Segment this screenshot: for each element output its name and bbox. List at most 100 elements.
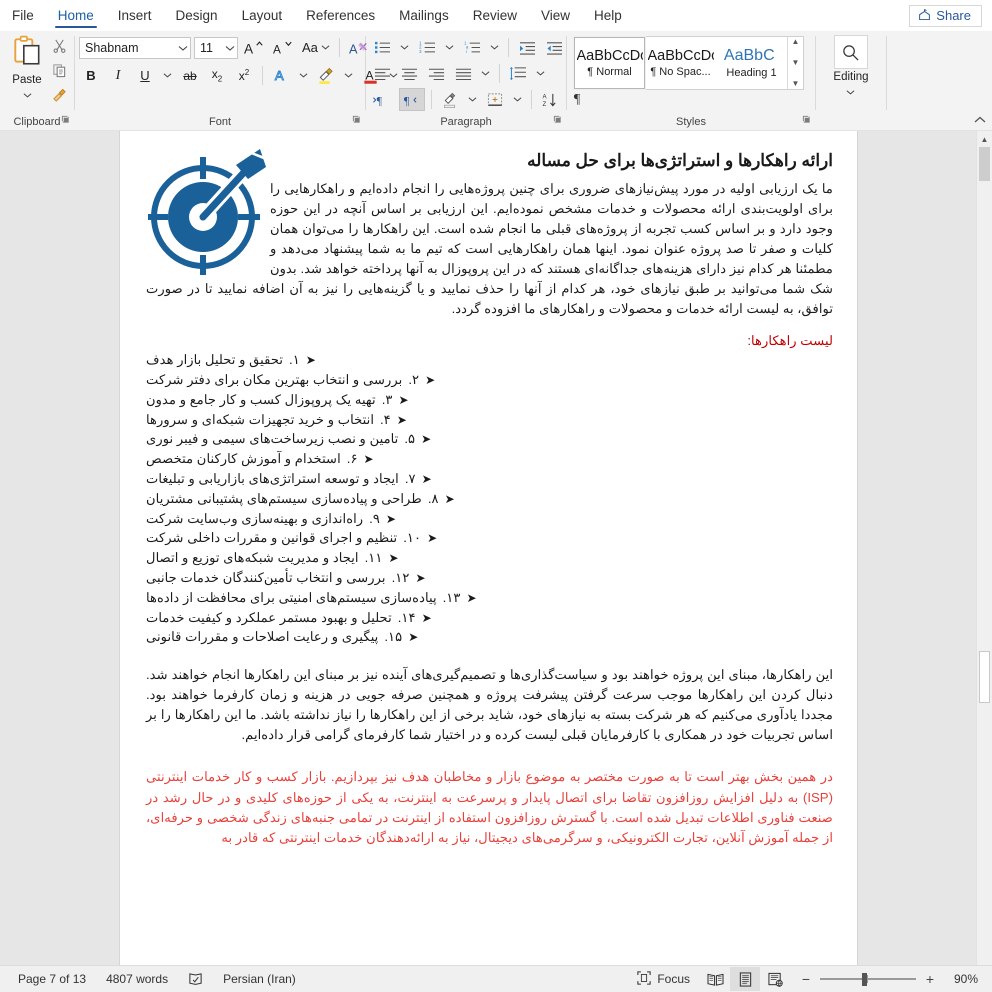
borders-chevron-down-icon[interactable] [510,88,525,111]
vertical-scrollbar[interactable]: ▲ [976,131,992,965]
paragraph-dialog-launcher-icon[interactable] [553,115,562,127]
align-right-icon[interactable] [424,62,448,85]
search-icon[interactable] [833,35,868,69]
underline-chevron-down-icon[interactable] [160,64,175,87]
language-indicator[interactable]: Persian (Iran) [213,966,306,992]
font-group-caption: Font [75,113,365,130]
ribbon-group-editing: Editing [816,31,886,130]
style-heading-1[interactable]: AaBbC Heading 1 [716,37,787,89]
tab-mailings[interactable]: Mailings [387,0,461,31]
font-name-value: Shabnam [85,40,139,55]
paste-button[interactable]: Paste [5,34,49,98]
proofing-errors-icon[interactable] [178,966,213,992]
style-no-spacing[interactable]: AaBbCcDc ¶ No Spac... [645,37,716,89]
paste-chevron-down-icon[interactable] [23,86,32,98]
borders-icon[interactable] [483,88,507,111]
line-spacing-chevron-down-icon[interactable] [533,62,548,85]
styles-scroll-up-icon[interactable]: ▲ [792,38,800,46]
sort-icon[interactable]: AZ [538,88,562,111]
subscript-button[interactable]: x2 [205,64,229,87]
increase-indent-icon[interactable] [542,36,566,59]
focus-mode-button[interactable]: Focus [627,966,700,992]
tab-home[interactable]: Home [46,0,106,31]
document-page[interactable]: ارائه راهکارها و استراتژی‌ها برای حل مسا… [120,131,857,965]
list-item: ➤ ۱۵. پیگیری و رعایت اصلاحات و مقررات قانو… [146,627,833,647]
font-size-value: 11 [200,40,213,55]
superscript-button[interactable]: x2 [232,64,256,87]
page-indicator[interactable]: Page 7 of 13 [8,966,96,992]
bold-button[interactable]: B [79,64,103,87]
zoom-out-button[interactable]: − [800,971,812,987]
ltr-text-direction-icon[interactable]: ¶ [370,88,396,111]
font-dialog-launcher-icon[interactable] [352,115,361,127]
shrink-font-icon[interactable]: A [270,36,296,59]
bullets-chevron-down-icon[interactable] [397,36,412,59]
word-count[interactable]: 4807 words [96,966,178,992]
tab-view[interactable]: View [529,0,582,31]
italic-button[interactable]: I [106,64,130,87]
editing-chevron-down-icon[interactable] [846,83,855,95]
change-case-button[interactable]: Aa [299,36,333,59]
ribbon: Paste Clipboard Shabnam 11 A A Aa A B I … [0,31,992,131]
align-left-icon[interactable] [370,62,394,85]
align-chevron-down-icon[interactable] [478,62,493,85]
multilevel-list-icon[interactable]: 1ai [460,36,484,59]
tab-design[interactable]: Design [164,0,230,31]
style-normal[interactable]: AaBbCcDc ¶ Normal [573,36,646,90]
text-effects-icon[interactable]: A [269,64,293,87]
editing-button[interactable]: Editing [833,35,869,95]
styles-dialog-launcher-icon[interactable] [802,115,811,127]
web-layout-button[interactable] [760,967,790,991]
status-bar: Page 7 of 13 4807 words Persian (Iran) F… [0,965,992,992]
tab-review[interactable]: Review [461,0,529,31]
multilevel-chevron-down-icon[interactable] [487,36,502,59]
zoom-slider-knob[interactable] [862,973,867,986]
list-marker-icon: ➤ [421,472,432,487]
tab-references[interactable]: References [294,0,387,31]
share-button[interactable]: Share [909,4,982,27]
rtl-text-direction-icon[interactable]: ¶ [399,88,425,111]
styles-scroll-down-icon[interactable]: ▼ [792,59,800,67]
zoom-in-button[interactable]: + [924,971,936,987]
highlight-chevron-down-icon[interactable] [341,64,356,87]
scroll-up-icon[interactable]: ▲ [977,131,992,147]
list-marker-icon: ➤ [305,353,316,368]
line-spacing-icon[interactable] [506,62,530,85]
numbering-chevron-down-icon[interactable] [442,36,457,59]
tab-insert[interactable]: Insert [106,0,164,31]
styles-more-icon[interactable]: ▼ [792,80,800,88]
shading-chevron-down-icon[interactable] [465,88,480,111]
bullets-icon[interactable] [370,36,394,59]
print-layout-button[interactable] [730,967,760,991]
strikethrough-button[interactable]: ab [178,64,202,87]
font-name-chevron-down-icon[interactable] [178,41,188,55]
decrease-indent-icon[interactable] [515,36,539,59]
tab-help[interactable]: Help [582,0,634,31]
read-mode-button[interactable] [700,967,730,991]
zoom-level-label[interactable]: 90% [944,972,978,986]
tab-layout[interactable]: Layout [230,0,295,31]
solutions-list: ➤ ۱. تحقیق و تحلیل بازار هدف ➤ ۲. بررسی و ان… [146,350,833,647]
scrollbar-page-marker[interactable] [979,651,990,703]
clipboard-dialog-launcher-icon[interactable] [61,115,70,127]
font-name-combobox[interactable]: Shabnam [79,36,191,59]
list-item-text: انتخاب و خرید تجهیزات شبکه‌ای و سرورها [146,411,374,427]
scrollbar-thumb[interactable] [979,147,990,181]
format-painter-icon[interactable] [51,88,67,108]
grow-font-icon[interactable]: A [241,36,267,59]
font-size-chevron-down-icon[interactable] [225,41,235,55]
numbering-icon[interactable]: 123 [415,36,439,59]
zoom-slider[interactable] [820,972,916,986]
shading-icon[interactable] [438,88,462,111]
font-size-combobox[interactable]: 11 [194,36,238,59]
justify-icon[interactable] [451,62,475,85]
collapse-ribbon-icon[interactable] [974,115,986,127]
align-center-icon[interactable] [397,62,421,85]
copy-icon[interactable] [52,63,67,83]
tab-file[interactable]: File [0,0,46,31]
underline-button[interactable]: U [133,64,157,87]
cut-icon[interactable] [52,38,67,58]
highlight-color-icon[interactable] [314,64,338,87]
text-effects-chevron-down-icon[interactable] [296,64,311,87]
document-canvas[interactable]: ارائه راهکارها و استراتژی‌ها برای حل مسا… [0,131,992,965]
